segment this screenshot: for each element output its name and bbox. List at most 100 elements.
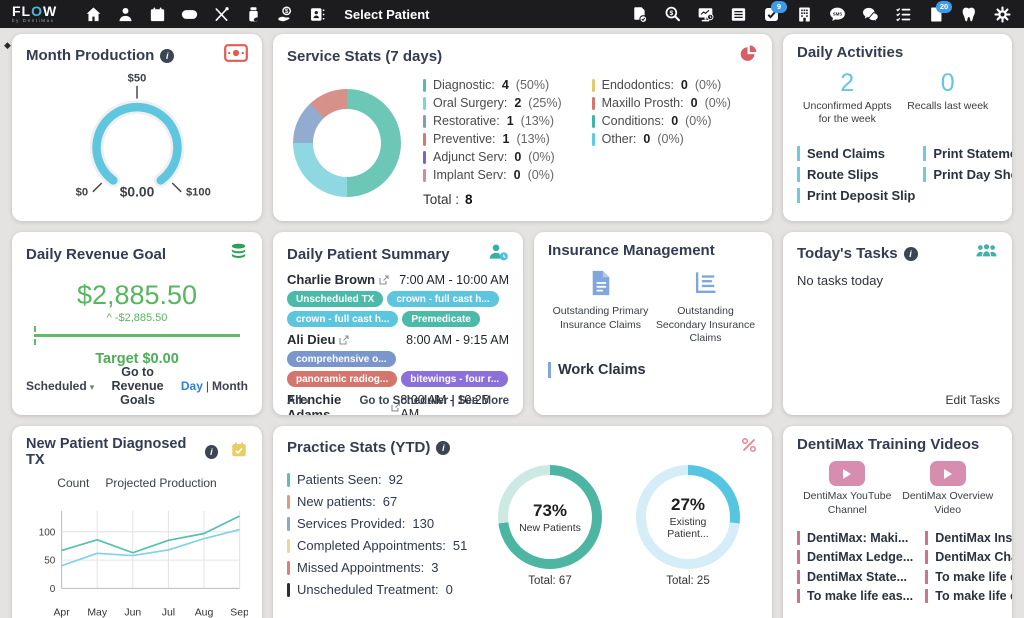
- dentures-icon[interactable]: [180, 5, 199, 24]
- month-production-card: Month Production i $50 $0 $100 $0.00: [12, 34, 262, 221]
- procedure-tag: Premedicate: [402, 311, 479, 327]
- training-video-link[interactable]: DentiMax Charti...: [925, 550, 1012, 564]
- service-total: Total :8: [423, 192, 731, 207]
- work-claims-link[interactable]: Work Claims: [548, 362, 758, 378]
- card-title: Daily Activities: [797, 44, 903, 61]
- payment-icon[interactable]: $: [276, 5, 295, 24]
- toggle-separator: |: [206, 379, 209, 393]
- tasks-check-icon[interactable]: 9: [762, 5, 781, 24]
- card-title: Practice Stats (YTD): [287, 439, 430, 456]
- prescription-icon[interactable]: [244, 5, 263, 24]
- send-claims-link[interactable]: Send Claims: [797, 146, 915, 161]
- revenue-progress-line: [34, 334, 240, 337]
- collapse-panel-icon[interactable]: ◆: [4, 40, 11, 51]
- outstanding-primary-claims[interactable]: Outstanding Primary Insurance Claims: [548, 269, 653, 346]
- legend-color-bar: [423, 169, 426, 182]
- training-video-link[interactable]: DentiMax: Maki...: [797, 531, 913, 545]
- daily-patient-summary-card: Daily Patient Summary Charlie Brown 7:00…: [273, 232, 523, 415]
- recalls-stat: 0 Recalls last week: [898, 69, 999, 126]
- training-video-link[interactable]: DentiMax State...: [797, 570, 913, 584]
- patient-name-link[interactable]: Ali Dieu: [287, 332, 349, 347]
- office-icon[interactable]: [795, 5, 814, 24]
- training-video-link[interactable]: DentiMax Insura...: [925, 531, 1012, 545]
- legend-color-bar: [592, 133, 595, 146]
- svg-text:100: 100: [39, 527, 56, 538]
- settings-gear-icon[interactable]: [993, 5, 1012, 24]
- coins-icon: [229, 242, 248, 266]
- svg-text:Aug: Aug: [195, 608, 214, 618]
- contact-card-icon[interactable]: [308, 5, 327, 24]
- calendar-icon[interactable]: [148, 5, 167, 24]
- info-icon[interactable]: i: [904, 247, 918, 261]
- legend-item: Maxillo Prosth:0(0%): [592, 96, 731, 110]
- print-day-sheet-link[interactable]: Print Day Sheet: [923, 167, 1012, 182]
- goto-revenue-goals-link[interactable]: Go to Revenue Goals: [94, 365, 181, 407]
- service-legend-left: Diagnostic:4(50%) Oral Surgery:2(25%) Re…: [423, 78, 562, 182]
- stat-color-bar: [287, 539, 290, 553]
- monitor-report-icon[interactable]: [696, 5, 715, 24]
- card-title: New Patient Diagnosed TX: [26, 436, 199, 468]
- messages-icon[interactable]: [861, 5, 880, 24]
- legend-item: Restorative:1(13%): [423, 114, 562, 128]
- documents-badge: 20: [936, 1, 952, 13]
- scheduled-dropdown[interactable]: Scheduled▾: [26, 379, 94, 393]
- checklist-icon[interactable]: [894, 5, 913, 24]
- revenue-amount: $2,885.50: [26, 280, 248, 311]
- search-dollar-icon[interactable]: $: [663, 5, 682, 24]
- sms-icon[interactable]: SMS: [828, 5, 847, 24]
- select-patient-label[interactable]: Select Patient: [344, 7, 429, 22]
- youtube-channel-button[interactable]: DentiMax YouTube Channel: [797, 461, 898, 517]
- external-link-icon: [339, 335, 349, 345]
- all-filter-dropdown[interactable]: All▾: [287, 395, 309, 407]
- documents-icon[interactable]: 20: [927, 5, 946, 24]
- stat-color-bar: [287, 583, 290, 597]
- overview-video-button[interactable]: DentiMax Overview Video: [898, 461, 999, 517]
- svg-text:Jul: Jul: [162, 608, 175, 618]
- list-icon[interactable]: [729, 5, 748, 24]
- legend-item: Endodontics:0(0%): [592, 78, 731, 92]
- appointment-time: 8:00 AM - 9:15 AM: [406, 333, 509, 347]
- svg-text:Sep: Sep: [230, 608, 248, 618]
- tooth-icon[interactable]: [960, 5, 979, 24]
- practice-stats-card: Practice Stats (YTD) i Patients Seen:92 …: [273, 426, 772, 618]
- print-statements-link[interactable]: Print Statements: [923, 146, 1012, 161]
- legend-color-bar: [423, 115, 426, 128]
- training-video-link[interactable]: To make life eas...: [925, 589, 1012, 603]
- day-toggle[interactable]: Day: [181, 379, 203, 393]
- training-video-link[interactable]: DentiMax Ledge...: [797, 550, 913, 564]
- card-title: DentiMax Training Videos: [797, 436, 979, 453]
- svg-text:$: $: [670, 9, 674, 16]
- service-donut-chart: [293, 89, 401, 197]
- edit-tasks-link[interactable]: Edit Tasks: [946, 393, 1000, 407]
- goto-scheduler-link[interactable]: Go to Scheduler | See More: [359, 395, 509, 407]
- print-deposit-slip-link[interactable]: Print Deposit Slip: [797, 188, 915, 203]
- percent-icon: [740, 436, 758, 459]
- dental-tools-icon[interactable]: [212, 5, 231, 24]
- procedure-tag: crown - full cast h...: [387, 291, 498, 307]
- daily-activities-card: Daily Activities 2 Unconfirmed Appts for…: [783, 34, 1012, 221]
- legend-color-bar: [592, 115, 595, 128]
- svg-text:$: $: [285, 8, 289, 15]
- patient-name-link[interactable]: Charlie Brown: [287, 272, 389, 287]
- claims-check-icon[interactable]: [630, 5, 649, 24]
- appointment-time: 7:00 AM - 10:00 AM: [399, 273, 509, 287]
- info-icon[interactable]: i: [160, 49, 174, 63]
- youtube-play-icon: [829, 461, 865, 486]
- route-slips-link[interactable]: Route Slips: [797, 167, 915, 182]
- training-video-link[interactable]: To make life eas...: [925, 570, 1012, 584]
- info-icon[interactable]: i: [436, 441, 450, 455]
- legend-color-bar: [423, 133, 426, 146]
- daily-revenue-goal-card: Daily Revenue Goal $2,885.50 ^ -$2,885.5…: [12, 232, 262, 415]
- patient-icon[interactable]: [116, 5, 135, 24]
- home-icon[interactable]: [84, 5, 103, 24]
- stat-color-bar: [287, 517, 290, 531]
- training-video-link[interactable]: To make life eas...: [797, 589, 913, 603]
- stat-item: Missed Appointments:3: [287, 560, 498, 575]
- flow-logo[interactable]: FLOW by DentiMax: [12, 4, 57, 24]
- production-gauge: $50 $0 $100 $0.00: [26, 71, 248, 203]
- outstanding-secondary-claims[interactable]: Outstanding Secondary Insurance Claims: [653, 269, 758, 346]
- stat-color-bar: [287, 495, 290, 509]
- month-toggle[interactable]: Month: [212, 379, 248, 393]
- info-icon[interactable]: i: [205, 445, 218, 459]
- procedure-tag: bitewings - four r...: [401, 371, 508, 387]
